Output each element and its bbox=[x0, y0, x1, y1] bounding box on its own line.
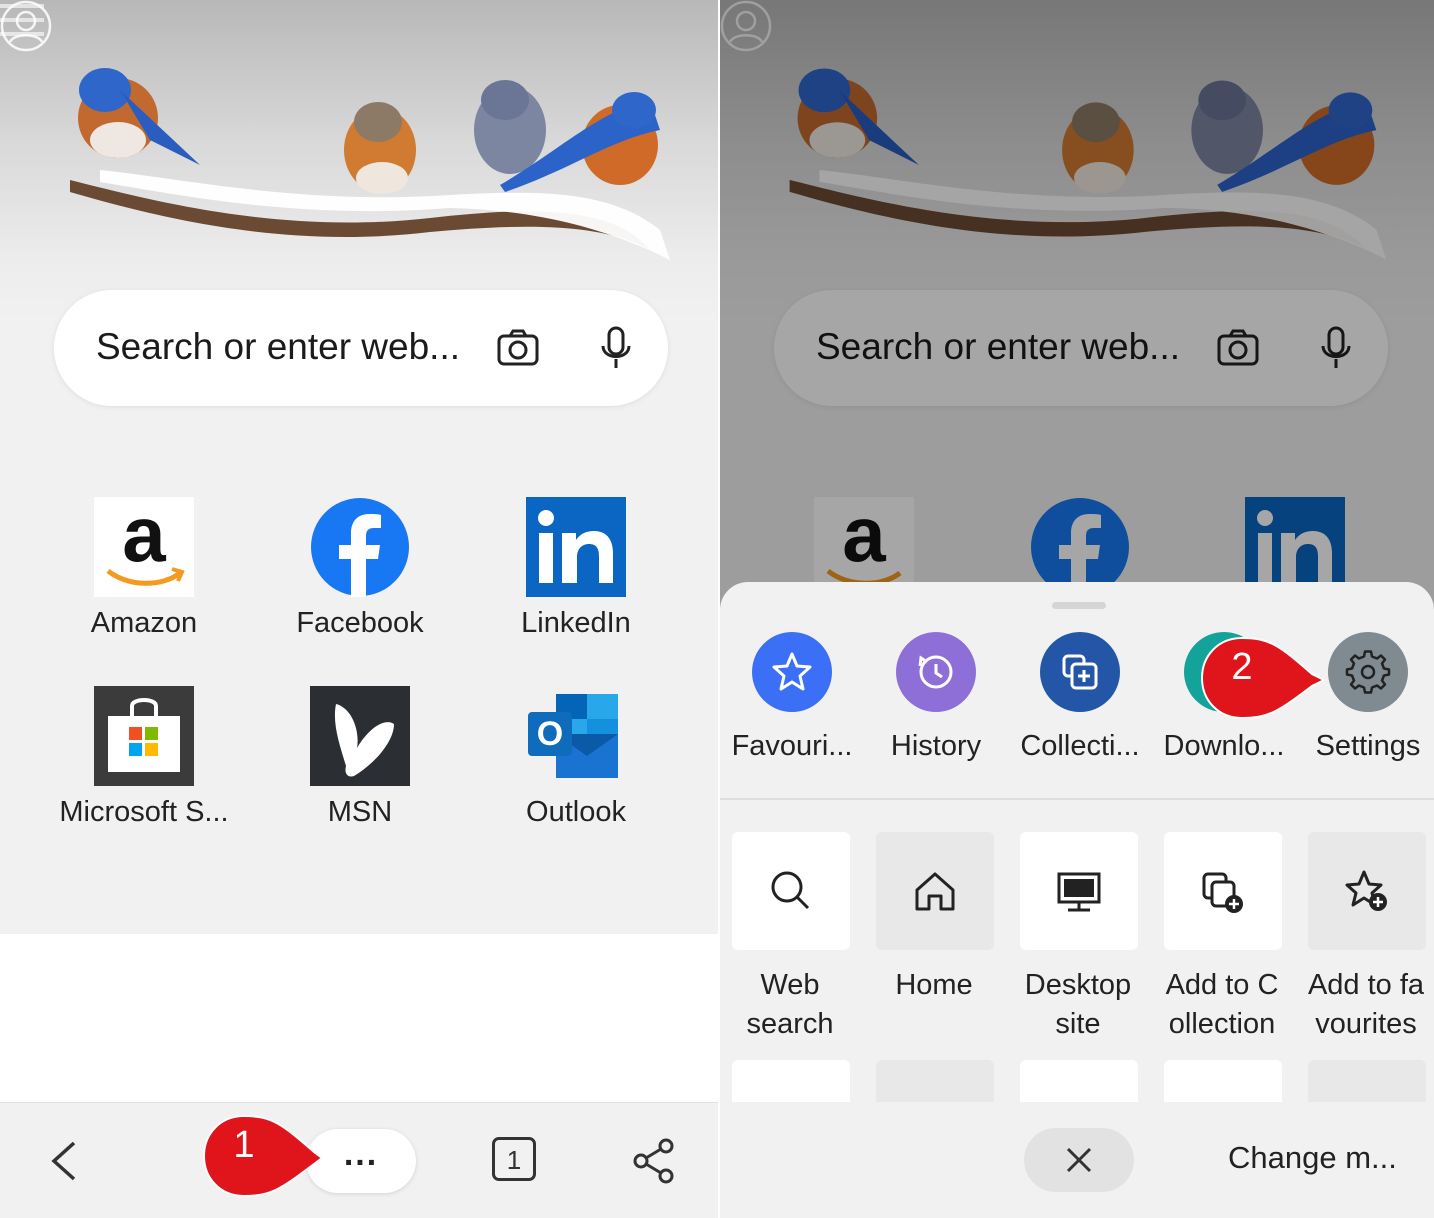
microsoft-store-icon bbox=[94, 686, 194, 786]
menu-add-to-collection[interactable] bbox=[1164, 832, 1282, 950]
drag-handle[interactable] bbox=[1052, 602, 1106, 609]
svg-text:O: O bbox=[537, 715, 563, 753]
star-icon bbox=[752, 632, 832, 712]
menu-label: Settings bbox=[1315, 730, 1421, 762]
svg-text:a: a bbox=[122, 497, 166, 578]
menu-tile-label: Home bbox=[895, 969, 973, 1001]
left-screen: Search or enter web... a Amazon Facebook bbox=[0, 0, 718, 1218]
menu-tile[interactable] bbox=[1308, 1060, 1426, 1102]
search-input[interactable]: Search or enter web... bbox=[96, 326, 460, 368]
close-menu-button[interactable] bbox=[1024, 1128, 1134, 1192]
search-icon bbox=[771, 871, 810, 910]
msn-icon bbox=[310, 686, 410, 786]
right-screen: Search or enter web... a Favouri... Hist… bbox=[720, 0, 1434, 1218]
menu-favourites[interactable]: Favouri... bbox=[720, 632, 864, 782]
menu-collections[interactable]: Collecti... bbox=[1008, 632, 1152, 782]
step-number: 1 bbox=[233, 1124, 255, 1166]
change-mode-button[interactable]: Change m... bbox=[1228, 1140, 1397, 1176]
background-image bbox=[0, 0, 718, 320]
menu-tile-label: Web search bbox=[746, 969, 834, 1040]
menu-label: Downlo... bbox=[1163, 730, 1285, 762]
menu-divider bbox=[720, 798, 1434, 800]
tabs-button[interactable]: 1 bbox=[492, 1137, 536, 1181]
menu-tile-label: Desktop site bbox=[1024, 969, 1132, 1040]
outlook-icon: O bbox=[528, 694, 618, 778]
tile-label: LinkedIn bbox=[521, 607, 631, 639]
menu-tile[interactable] bbox=[1020, 1060, 1138, 1102]
camera-icon[interactable] bbox=[497, 328, 539, 368]
tile-label: Facebook bbox=[296, 607, 424, 639]
linkedin-icon bbox=[526, 497, 626, 597]
menu-tile[interactable] bbox=[1164, 1060, 1282, 1102]
facebook-icon bbox=[311, 498, 409, 597]
menu-tile-label: Add to Collection bbox=[1165, 969, 1279, 1040]
menu-label: Favouri... bbox=[731, 730, 853, 762]
add-favourite-icon bbox=[1345, 870, 1387, 911]
home-icon bbox=[915, 872, 955, 911]
history-icon bbox=[896, 632, 976, 712]
desktop-icon bbox=[1057, 872, 1101, 912]
menu-tile-label: Add to fa vourites bbox=[1307, 969, 1425, 1040]
search-bar[interactable]: Search or enter web... bbox=[54, 290, 668, 406]
gear-icon bbox=[1328, 632, 1408, 712]
more-menu-sheet: Favouri... History Collecti... Downlo...… bbox=[720, 582, 1434, 1102]
menu-tile[interactable] bbox=[876, 1060, 994, 1102]
menu-add-to-favourites[interactable] bbox=[1308, 832, 1426, 950]
menu-label: Collecti... bbox=[1020, 730, 1140, 762]
menu-web-search[interactable] bbox=[732, 832, 850, 950]
collections-icon bbox=[1040, 632, 1120, 712]
tile-label: MSN bbox=[327, 796, 393, 828]
step-callout-2: 2 bbox=[1200, 636, 1340, 720]
menu-history[interactable]: History bbox=[864, 632, 1008, 782]
back-icon[interactable] bbox=[48, 1139, 80, 1183]
menu-label: History bbox=[890, 730, 982, 762]
menu-home[interactable] bbox=[876, 832, 994, 950]
add-collection-icon bbox=[1202, 872, 1243, 913]
bottom-toolbar: ... 1 bbox=[0, 1102, 718, 1218]
share-icon[interactable] bbox=[630, 1137, 678, 1185]
tile-label: Microsoft S... bbox=[59, 796, 229, 828]
amazon-icon: a bbox=[94, 497, 194, 597]
menu-desktop-site[interactable] bbox=[1020, 832, 1138, 950]
content-area bbox=[0, 934, 718, 1102]
tile-label: Amazon bbox=[90, 607, 198, 639]
page-settings-icon[interactable] bbox=[0, 0, 44, 40]
tab-count: 1 bbox=[506, 1145, 522, 1175]
menu-bottom-bar: Change m... bbox=[720, 1102, 1434, 1218]
close-icon bbox=[1066, 1147, 1092, 1173]
tile-label: Outlook bbox=[526, 796, 626, 828]
microphone-icon[interactable] bbox=[599, 326, 633, 370]
step-callout-1: 1 bbox=[202, 1114, 342, 1198]
step-number: 2 bbox=[1231, 646, 1253, 688]
menu-tile[interactable] bbox=[732, 1060, 850, 1102]
